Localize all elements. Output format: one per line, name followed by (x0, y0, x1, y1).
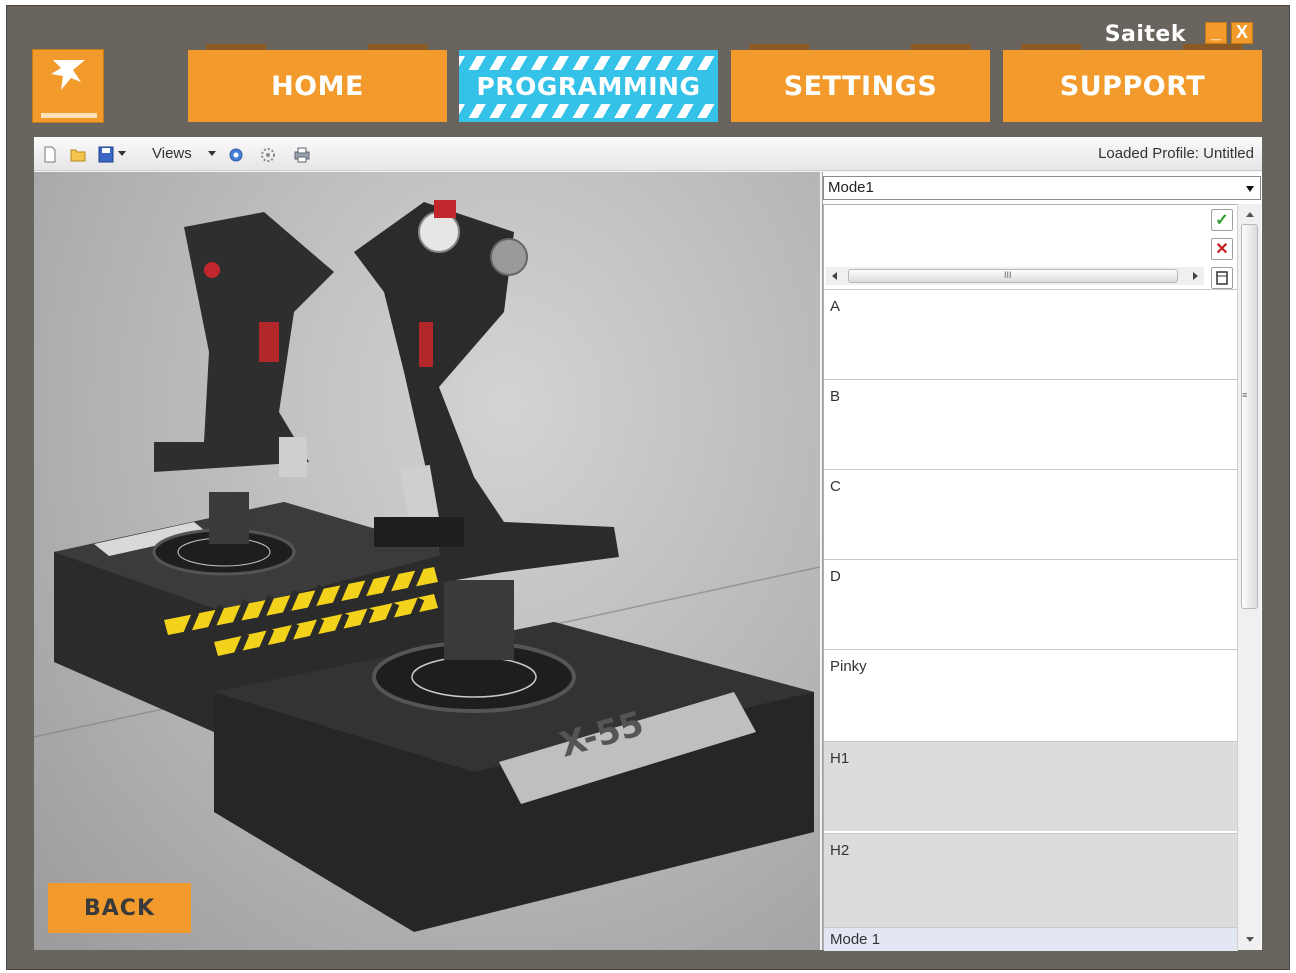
back-button[interactable]: BACK (48, 883, 191, 933)
tab-settings[interactable]: SETTINGS (731, 44, 990, 122)
save-icon[interactable] (98, 146, 114, 163)
list-item[interactable]: B (824, 379, 1238, 469)
cancel-x-icon[interactable]: ✕ (1211, 238, 1233, 260)
row-label: H1 (830, 750, 850, 767)
print-icon[interactable] (294, 146, 310, 163)
clear-glyph (1216, 271, 1228, 285)
vertical-scrollbar[interactable]: ≡ (1237, 204, 1261, 950)
list-item[interactable]: A (824, 289, 1238, 379)
x55-hotas-render: X-55 (34, 200, 820, 932)
new-file-icon[interactable] (42, 146, 58, 163)
list-item[interactable]: Pinky (824, 649, 1238, 739)
row-label: B (830, 388, 841, 405)
scroll-up-icon[interactable] (1246, 212, 1254, 217)
views-dropdown-caret[interactable] (208, 151, 216, 156)
tab-notch (368, 44, 428, 50)
list-item[interactable]: D (824, 559, 1238, 649)
tab-notch (749, 44, 809, 50)
views-menu[interactable]: Views (152, 145, 192, 162)
save-dropdown-caret[interactable] (118, 151, 126, 156)
list-item[interactable]: H1 (824, 741, 1238, 831)
saitek-brand: Saitek (1104, 22, 1186, 47)
loaded-profile[interactable]: Loaded Profile: Untitled (1098, 145, 1254, 162)
horizontal-scrollbar[interactable]: III (826, 267, 1204, 285)
confirm-check-icon[interactable]: ✓ (1211, 209, 1233, 231)
scroll-grip: III (1004, 270, 1012, 280)
tab-notch (1183, 44, 1243, 50)
active-tab-stripes (459, 56, 718, 70)
close-button[interactable]: X (1231, 22, 1253, 44)
tab-notch (1021, 44, 1081, 50)
tab-support-label: SUPPORT (1059, 70, 1206, 102)
tab-programming-label: PROGRAMMING (476, 71, 701, 101)
main-content: Views Loaded Profile: Untitled X-55 BACK… (34, 137, 1262, 951)
tab-notch (911, 44, 971, 50)
tab-home-label: HOME (271, 70, 364, 102)
clear-icon[interactable] (1211, 267, 1233, 289)
scroll-left-icon[interactable] (832, 272, 837, 280)
tab-notch (206, 44, 266, 50)
command-editor[interactable]: ✓ ✕ III (824, 205, 1238, 289)
toolbar: Views Loaded Profile: Untitled (34, 137, 1262, 171)
tab-home[interactable]: HOME (188, 44, 447, 122)
mode-dropdown-value: Mode1 (828, 179, 874, 196)
row-label: Pinky (830, 658, 867, 675)
scroll-right-icon[interactable] (1193, 272, 1198, 280)
row-label: A (830, 298, 841, 315)
tab-programming[interactable]: PROGRAMMING (459, 50, 718, 122)
active-tab-stripes (459, 104, 718, 118)
scroll-grip: ≡ (1242, 390, 1248, 400)
mode-footer[interactable]: Mode 1 (824, 927, 1238, 951)
command-list: ✓ ✕ III A B C D Pinky H1 H2 Mode 1 (823, 204, 1238, 951)
row-label: H2 (830, 842, 850, 859)
scroll-down-icon[interactable] (1246, 937, 1254, 942)
scroll-thumb[interactable] (1241, 224, 1258, 609)
minimize-button[interactable]: _ (1205, 22, 1227, 44)
list-item[interactable]: C (824, 469, 1238, 559)
chevron-down-icon (1246, 186, 1254, 192)
row-label: C (830, 478, 841, 495)
logo-subtitle-bar (41, 113, 97, 118)
tab-settings-label: SETTINGS (783, 70, 938, 102)
row-label: D (830, 568, 841, 585)
tab-support[interactable]: SUPPORT (1003, 44, 1262, 122)
scroll-thumb[interactable] (848, 269, 1178, 283)
open-folder-icon[interactable] (70, 146, 86, 163)
device-3d-viewport[interactable]: X-55 BACK (34, 172, 820, 950)
list-item[interactable]: H2 (824, 833, 1238, 927)
programming-panel: Mode1 ✓ ✕ III A B C D Pinky H1 H2 Mode 1… (822, 172, 1262, 951)
mode-dropdown[interactable]: Mode1 (823, 176, 1261, 200)
pro-flight-logo[interactable] (32, 49, 104, 123)
settings-icon[interactable] (260, 146, 276, 163)
jet-fighter-icon (51, 60, 85, 90)
refresh-icon[interactable] (228, 146, 244, 163)
